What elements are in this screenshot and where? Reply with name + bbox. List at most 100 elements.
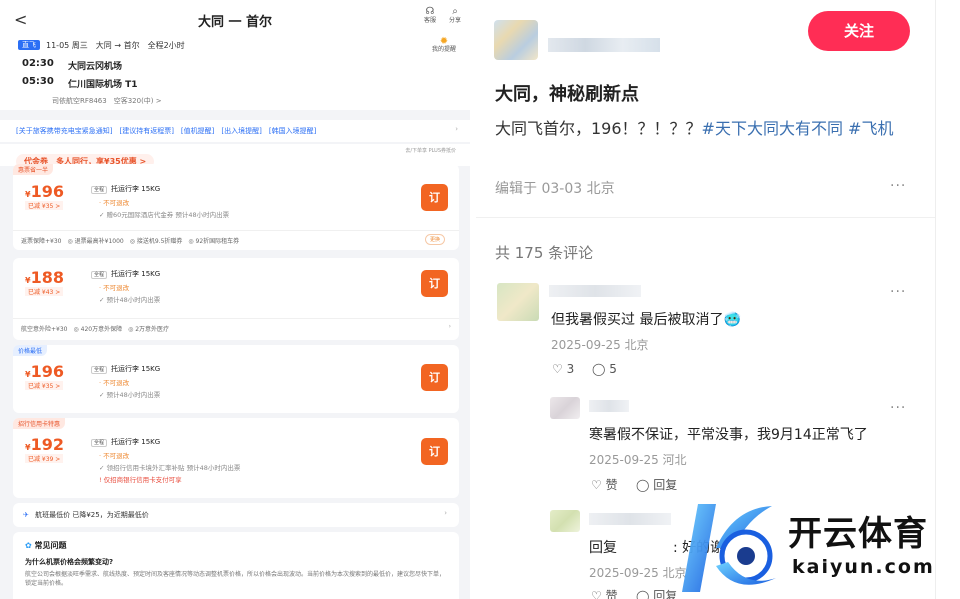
fare-card[interactable]: 价格最低 ¥196 已减 ¥35 > 全程 托运行李 15KG · 不可退改 ✓ …: [13, 345, 459, 413]
direct-badge: 直飞: [18, 40, 40, 50]
like-button[interactable]: ♡ 赞: [591, 476, 618, 493]
faq-icon: ✿: [25, 541, 35, 550]
book-button[interactable]: 订: [421, 364, 448, 391]
commenter-avatar[interactable]: [550, 510, 580, 532]
fare-price: ¥196: [25, 362, 64, 381]
fare-class: 全程 托运行李 15KG: [91, 437, 160, 447]
carrier-info[interactable]: 司依航空RF8463 空客320(中) >: [52, 96, 162, 106]
reply-button[interactable]: ◯ 回复: [636, 587, 677, 599]
bell-icon: ✹: [439, 36, 449, 47]
discount-label[interactable]: 已减 ¥43 >: [25, 287, 64, 296]
fare-price: ¥192: [25, 435, 64, 454]
commenter-name-blurred[interactable]: [549, 285, 641, 297]
watermark-domain: kaiyun.com: [792, 556, 935, 578]
post-hashtags[interactable]: #天下大同大有不同 #飞机: [702, 119, 894, 138]
fare-ribbon: 惠票省一半: [13, 164, 54, 175]
fare-class: 全程 托运行李 15KG: [91, 184, 160, 194]
commenter-avatar[interactable]: [497, 283, 539, 321]
faq-answer: 航空公司会根据淡旺季需求、航线热度、预定时间及客座情况等动态调整机票价格，所以价…: [25, 571, 446, 587]
fare-price: ¥196: [25, 182, 64, 201]
follow-button[interactable]: 关注: [808, 11, 910, 51]
notice-links[interactable]: [关于旅客携带充电宝紧急通知] [建议持有返程票] [值机提醒] [出入境提醒]…: [0, 120, 470, 142]
reply-button[interactable]: ◯ 5: [592, 362, 617, 376]
comment-meta: 2025-09-25 北京: [589, 566, 687, 580]
fare-benefit: ✓ 赠60元国际酒店代金券 预计48小时内出票: [99, 211, 230, 219]
fare-benefit: ✓ 预计48小时内出票: [99, 296, 161, 304]
fare-card[interactable]: 招行信用卡特惠 ¥192 已减 ¥39 > 全程 托运行李 15KG · 不可退改…: [13, 418, 459, 498]
comment-meta: 2025-09-25 北京: [551, 338, 649, 352]
insurance-bar[interactable]: 返票保障+¥30 ◎ 退票最高补¥1000 ◎ 接送机9.5折赠券 ◎ 92折国…: [13, 230, 459, 250]
discount-label[interactable]: 已减 ¥39 >: [25, 454, 64, 463]
fare-benefit: ✓ 领招行信用卡境外汇率补贴 预计48小时内出票: [99, 464, 241, 472]
comment-text: 寒暑假不保证，平常没事，我9月14正常飞了: [589, 427, 868, 443]
change-chip[interactable]: 更换: [424, 234, 445, 245]
post-meta: 编辑于 03-03 北京: [495, 181, 615, 197]
author-avatar[interactable]: [494, 20, 538, 60]
like-button[interactable]: ♡ 3: [552, 362, 574, 376]
like-button[interactable]: ♡ 赞: [591, 587, 618, 599]
top-bar: < 大同 一 首尔 ☊ 客服 ⌕ 分享: [0, 0, 470, 38]
flight-app-panel: < 大同 一 首尔 ☊ 客服 ⌕ 分享 直飞 11-05 周三 大同 → 首尔 …: [0, 0, 470, 599]
commenter-avatar[interactable]: [550, 397, 580, 419]
fare-ribbon: 价格最低: [13, 345, 48, 356]
reply-button[interactable]: ◯ 回复: [636, 476, 677, 493]
fare-card[interactable]: ¥188 已减 ¥43 > 全程 托运行李 15KG · 不可退改 ✓ 预计48小…: [13, 258, 459, 340]
comment-meta: 2025-09-25 河北: [589, 453, 687, 467]
more-icon[interactable]: ···: [890, 400, 906, 416]
customer-service-button[interactable]: ☊ 客服: [418, 6, 442, 25]
more-icon[interactable]: ···: [890, 284, 906, 300]
flight-date-row: 直飞 11-05 周三 大同 → 首尔 全程2小时: [18, 38, 454, 52]
chevron-right-icon: ›: [455, 125, 458, 133]
fare-class: 全程 托运行李 15KG: [91, 364, 160, 374]
comment-bubble-icon: ◯: [636, 589, 650, 599]
headset-icon: ☊: [425, 6, 435, 17]
book-button[interactable]: 订: [421, 270, 448, 297]
fare-ribbon: 招行信用卡特惠: [13, 418, 66, 429]
kaiyun-logo-icon: [682, 504, 776, 592]
fare-class: 全程 托运行李 15KG: [91, 269, 160, 279]
share-button[interactable]: ⌕ 分享: [443, 6, 467, 25]
chevron-right-icon: ›: [448, 323, 451, 330]
card-requirement: ! 仅招商银行信用卡支付可享: [99, 476, 182, 484]
share-icon: ⌕: [452, 6, 458, 17]
my-reminder-button[interactable]: ✹ 我的提醒: [432, 36, 456, 54]
faq-heading: ✿ 常见问题: [25, 541, 67, 550]
book-button[interactable]: 订: [421, 438, 448, 465]
refund-rule: · 不可退改: [99, 452, 130, 460]
faq-section: ✿ 常见问题 为什么机票价格会频繁变动? 航空公司会根据淡旺季需求、航线热度、预…: [13, 532, 459, 599]
commenter-name-blurred[interactable]: [589, 400, 629, 412]
flight-date-line: 11-05 周三 大同 → 首尔 全程2小时: [46, 40, 185, 50]
arrival-time: 05:30: [22, 76, 54, 87]
insurance-bar[interactable]: 航空意外险+¥30 ◎ 420万意外保障 ◎ 2万意外医疗 ›: [13, 318, 459, 338]
lowest-price-bar[interactable]: ✈ 航班最低价 已降¥25，为近期最低价 ›: [13, 503, 459, 527]
fare-price: ¥188: [25, 268, 64, 287]
author-name-blurred[interactable]: [548, 38, 660, 52]
watermark-logo: 开云体育 kaiyun.com: [676, 500, 960, 599]
voucher-bar[interactable]: 代金券 多人同行，享¥35优惠 > 去/下单享 PLUS券抵价: [0, 144, 470, 169]
watermark-chinese: 开云体育: [788, 514, 928, 554]
discount-label[interactable]: 已减 ¥35 >: [25, 201, 64, 210]
faq-question[interactable]: 为什么机票价格会频繁变动?: [25, 557, 447, 567]
departure-time: 02:30: [22, 58, 54, 69]
post-text: 大同飞首尔，196！？！？？: [495, 119, 702, 138]
voucher-side-note: 去/下单享 PLUS券抵价: [405, 148, 456, 154]
comment-text: 但我暑假买过 最后被取消了🥶: [551, 312, 741, 328]
refund-rule: · 不可退改: [99, 199, 130, 207]
refund-rule: · 不可退改: [99, 284, 130, 292]
departure-airport: 大同云冈机场: [68, 62, 123, 72]
comment-bubble-icon: ◯: [592, 362, 606, 376]
plane-icon: ✈: [23, 511, 29, 519]
route-title: 大同 一 首尔: [197, 15, 273, 30]
post-body: 大同飞首尔，196！？！？？#天下大同大有不同 #飞机: [495, 116, 905, 142]
heart-icon: ♡: [591, 589, 602, 599]
book-button[interactable]: 订: [421, 184, 448, 211]
more-icon[interactable]: ···: [890, 178, 906, 194]
fare-card[interactable]: 惠票省一半 ¥196 已减 ¥35 > 全程 托运行李 15KG · 不可退改 ✓…: [13, 164, 459, 250]
post-title: 大同，神秘刷新点: [495, 84, 639, 105]
commenter-name-blurred[interactable]: [589, 513, 671, 525]
flight-summary: 直飞 11-05 周三 大同 → 首尔 全程2小时 02:30 大同云冈机场 0…: [0, 36, 470, 110]
screenshot-composite: < 大同 一 首尔 ☊ 客服 ⌕ 分享 直飞 11-05 周三 大同 → 首尔 …: [0, 0, 960, 599]
discount-label[interactable]: 已减 ¥35 >: [25, 381, 64, 390]
refund-rule: · 不可退改: [99, 379, 130, 387]
comment-bubble-icon: ◯: [636, 478, 650, 492]
